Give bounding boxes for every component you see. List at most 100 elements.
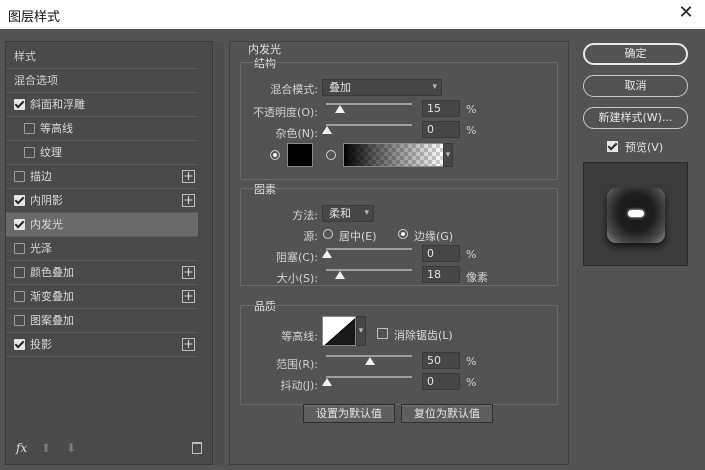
jitter-slider-thumb[interactable] (322, 378, 332, 386)
preview-highlight (628, 210, 644, 217)
bevel-emboss-checkbox[interactable] (14, 99, 25, 110)
style-item-pattern-overlay[interactable]: 图案叠加 (6, 309, 198, 333)
range-unit: % (466, 355, 477, 368)
style-item-label: 描边 (30, 170, 52, 183)
set-default-button[interactable]: 设置为默认值 (303, 404, 395, 423)
source-edge-radio[interactable] (398, 229, 408, 239)
pattern-overlay-checkbox[interactable] (14, 315, 25, 326)
choke-slider-thumb[interactable] (322, 250, 332, 258)
style-item-label: 光泽 (30, 242, 52, 255)
contour-preview[interactable] (322, 316, 356, 346)
style-item-inner-shadow[interactable]: 内阴影 + (6, 189, 198, 213)
style-item-gradient-overlay[interactable]: 渐变叠加 + (6, 285, 198, 309)
styles-header[interactable]: 样式 (6, 45, 198, 69)
trash-icon[interactable] (192, 442, 202, 454)
noise-slider-track[interactable] (326, 124, 412, 126)
style-item-label: 渐变叠加 (30, 290, 74, 303)
choke-slider-track[interactable] (326, 248, 412, 250)
styles-list-scrollbar[interactable] (214, 41, 224, 465)
style-item-label: 内阴影 (30, 194, 63, 207)
choke-input[interactable]: 0 (422, 245, 460, 262)
style-item-texture[interactable]: 纹理 (6, 141, 198, 165)
move-down-icon[interactable]: ⬇ (66, 441, 76, 455)
blend-mode-select[interactable]: 叠加 ▾ (322, 79, 442, 96)
fx-icon[interactable]: fx (16, 441, 27, 455)
opacity-unit: % (466, 103, 477, 116)
opacity-slider-thumb[interactable] (335, 105, 345, 113)
texture-checkbox[interactable] (24, 147, 35, 158)
style-item-label: 图案叠加 (30, 314, 74, 327)
range-slider-thumb[interactable] (365, 357, 375, 365)
opacity-input[interactable]: 15 (422, 100, 460, 117)
choke-unit: % (466, 248, 477, 261)
ok-button[interactable]: 确定 (583, 43, 688, 65)
source-edge-label[interactable]: 边缘(G) (414, 228, 453, 244)
close-icon[interactable]: ✕ (675, 2, 697, 24)
size-input[interactable]: 18 (422, 266, 460, 283)
stroke-checkbox[interactable] (14, 171, 25, 182)
window-title: 图层样式 (8, 10, 61, 25)
style-item-stroke[interactable]: 描边 + (6, 165, 198, 189)
contour-checkbox[interactable] (24, 123, 35, 134)
jitter-input[interactable]: 0 (422, 373, 460, 390)
inner-shadow-checkbox[interactable] (14, 195, 25, 206)
styles-list-footer: fx ⬆ ⬇ (6, 436, 212, 464)
new-style-button[interactable]: 新建样式(W)... (583, 107, 688, 129)
noise-unit: % (466, 124, 477, 137)
style-item-drop-shadow[interactable]: 投影 + (6, 333, 198, 357)
source-center-radio[interactable] (323, 229, 333, 239)
size-slider-thumb[interactable] (335, 271, 345, 279)
noise-input[interactable]: 0 (422, 121, 460, 138)
add-inner-shadow-icon[interactable]: + (182, 194, 195, 207)
inner-glow-checkbox[interactable] (14, 219, 25, 230)
antialias-checkbox[interactable] (377, 328, 388, 339)
blend-mode-label: 混合模式: (270, 83, 318, 96)
style-item-label: 颜色叠加 (30, 266, 74, 279)
satin-checkbox[interactable] (14, 243, 25, 254)
source-label: 源: (303, 230, 318, 243)
add-gradient-overlay-icon[interactable]: + (182, 290, 195, 303)
blend-options-item[interactable]: 混合选项 (6, 69, 198, 93)
style-item-contour[interactable]: 等高线 (6, 117, 198, 141)
gradient-overlay-checkbox[interactable] (14, 291, 25, 302)
contour-dropdown-icon[interactable]: ▾ (356, 316, 366, 346)
styles-list-panel: 样式 混合选项 斜面和浮雕 等高线 纹理 描边 + 内阴影 + 内发光 光泽 颜… (5, 41, 213, 465)
gradient-radio[interactable] (326, 150, 336, 160)
source-center-label[interactable]: 居中(E) (339, 228, 377, 244)
preview-label[interactable]: 预览(V) (625, 139, 663, 155)
antialias-label[interactable]: 消除锯齿(L) (394, 327, 453, 343)
add-stroke-icon[interactable]: + (182, 170, 195, 183)
jitter-slider-track[interactable] (326, 376, 412, 378)
glow-gradient-swatch[interactable] (343, 143, 444, 167)
range-input[interactable]: 50 (422, 352, 460, 369)
preview-tile (607, 188, 665, 243)
contour-curve-icon (324, 318, 355, 345)
method-value: 柔和 (329, 207, 351, 220)
gradient-dropdown-icon[interactable]: ▾ (443, 143, 453, 167)
noise-slider-thumb[interactable] (322, 126, 332, 134)
preview-checkbox[interactable] (607, 141, 618, 152)
cancel-button[interactable]: 取消 (583, 75, 688, 97)
contour-label: 等高线: (281, 330, 318, 343)
range-label: 范围(R): (276, 358, 318, 371)
reset-default-button[interactable]: 复位为默认值 (401, 404, 493, 423)
style-item-color-overlay[interactable]: 颜色叠加 + (6, 261, 198, 285)
add-color-overlay-icon[interactable]: + (182, 266, 195, 279)
drop-shadow-checkbox[interactable] (14, 339, 25, 350)
add-drop-shadow-icon[interactable]: + (182, 338, 195, 351)
chevron-down-icon: ▾ (364, 208, 369, 218)
style-item-label: 投影 (30, 338, 52, 351)
solid-color-radio[interactable] (270, 150, 280, 160)
color-overlay-checkbox[interactable] (14, 267, 25, 278)
method-select[interactable]: 柔和 ▾ (322, 205, 374, 222)
choke-label: 阻塞(C): (276, 251, 318, 264)
style-item-satin[interactable]: 光泽 (6, 237, 198, 261)
style-preview (583, 162, 688, 266)
move-up-icon[interactable]: ⬆ (41, 441, 51, 455)
style-item-inner-glow[interactable]: 内发光 (6, 213, 198, 237)
styles-header-label: 样式 (14, 50, 36, 63)
glow-color-swatch[interactable] (287, 143, 313, 167)
inner-glow-panel: 内发光 结构 混合模式: 叠加 ▾ 不透明度(O): 15 % 杂色(N): 0… (229, 41, 569, 465)
chevron-down-icon: ▾ (432, 82, 437, 92)
style-item-bevel-emboss[interactable]: 斜面和浮雕 (6, 93, 198, 117)
